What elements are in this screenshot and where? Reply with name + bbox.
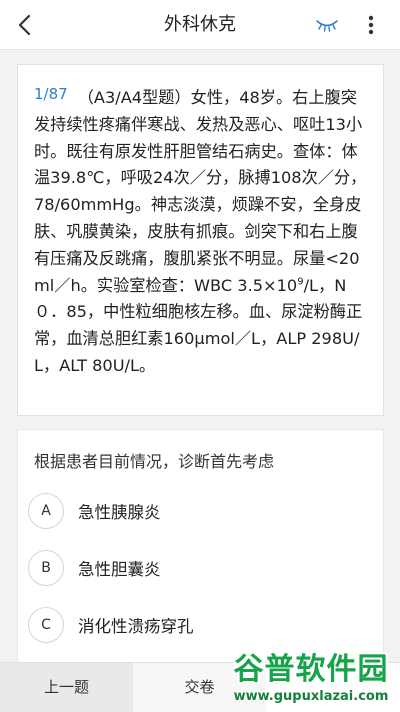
option-a[interactable]: A 急性胰腺炎 xyxy=(28,490,368,532)
question-prompt: 根据患者目前情况，诊断首先考虑 xyxy=(34,452,275,471)
eye-toggle-button[interactable] xyxy=(312,10,342,40)
option-letter: C xyxy=(28,607,64,643)
submit-exam-button[interactable]: 交卷 xyxy=(133,663,266,712)
top-bar: 外科休克 xyxy=(0,0,400,50)
option-b[interactable]: B 急性胆囊炎 xyxy=(28,547,368,589)
question-stem-part1: （A3/A4型题）女性，48岁。右上腹突发持续性疼痛伴寒战、发热及恶心、呕吐13… xyxy=(34,88,367,295)
more-vertical-icon xyxy=(368,15,374,35)
options-card: 根据患者目前情况，诊断首先考虑 A 急性胰腺炎 B 急性胆囊炎 C 消化性溃疡穿… xyxy=(17,429,384,669)
option-letter: B xyxy=(28,550,64,586)
option-text: 消化性溃疡穿孔 xyxy=(78,617,194,636)
option-c[interactable]: C 消化性溃疡穿孔 xyxy=(28,604,368,646)
bottom-bar: 上一题 交卷 xyxy=(0,662,400,712)
option-text: 急性胰腺炎 xyxy=(78,503,161,522)
question-index: 1/87 xyxy=(34,85,68,103)
more-options-button[interactable] xyxy=(356,8,386,42)
eye-closed-icon xyxy=(316,20,338,32)
option-letter: A xyxy=(28,493,64,529)
next-question-button[interactable] xyxy=(266,663,400,712)
question-stem: 1/87 （A3/A4型题）女性，48岁。右上腹突发持续性疼痛伴寒战、发热及恶心、… xyxy=(34,81,371,380)
option-text: 急性胆囊炎 xyxy=(78,560,161,579)
question-card: 1/87 （A3/A4型题）女性，48岁。右上腹突发持续性疼痛伴寒战、发热及恶心、… xyxy=(17,64,384,416)
previous-question-button[interactable]: 上一题 xyxy=(0,663,133,712)
